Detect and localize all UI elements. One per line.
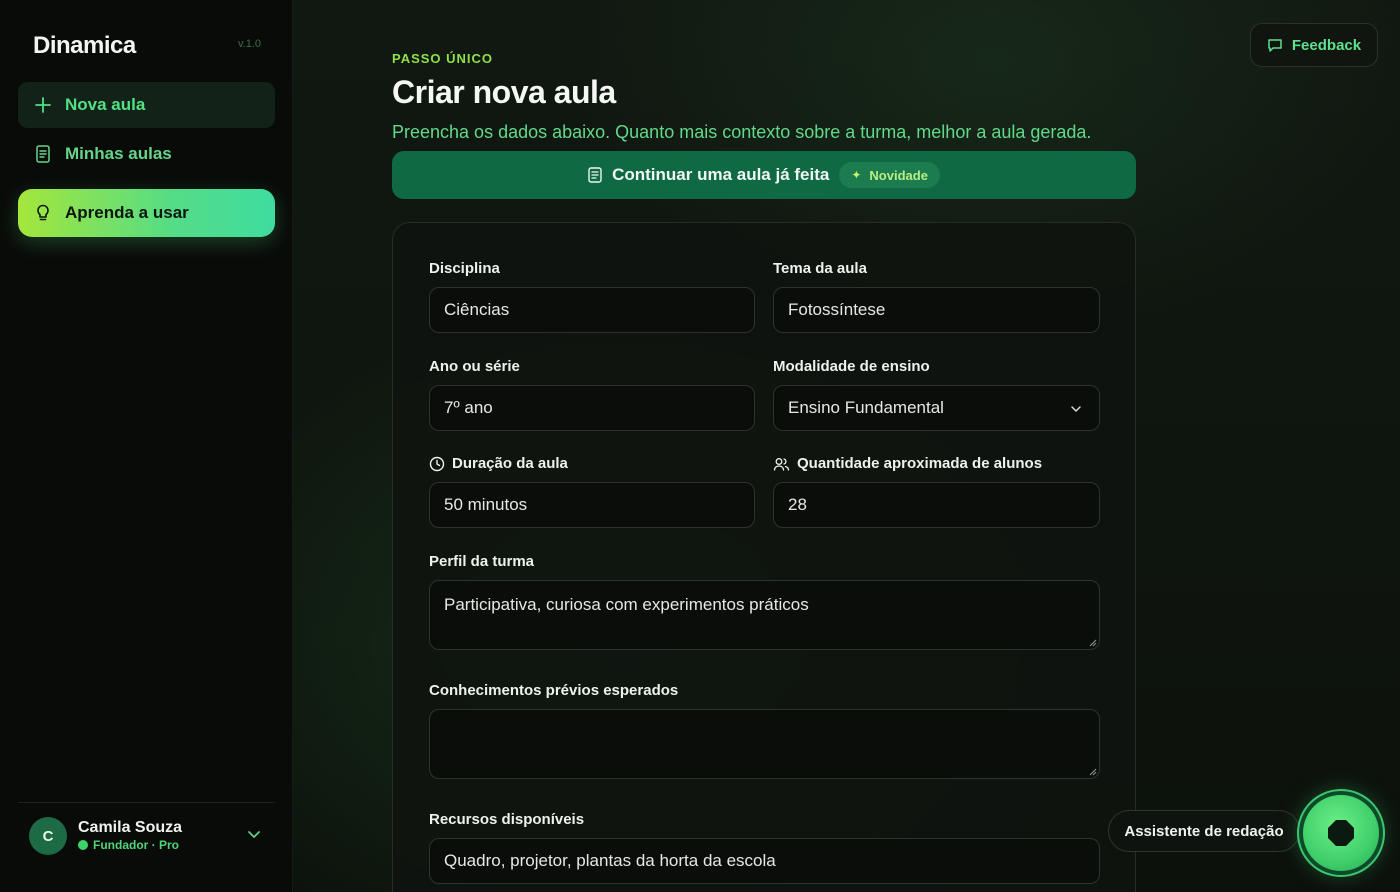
status-dot-icon <box>78 840 88 850</box>
recursos-label: Recursos disponíveis <box>429 811 585 828</box>
feedback-button[interactable]: Feedback <box>1250 23 1378 67</box>
plus-icon <box>34 96 52 114</box>
clock-icon <box>429 456 445 471</box>
sidebar-item-aprenda-a-usar[interactable]: Aprenda a usar <box>18 189 275 237</box>
lightbulb-icon <box>34 204 52 222</box>
resize-handle-icon <box>1089 639 1097 647</box>
perfil-value: Participativa, curiosa com experimentos … <box>444 595 809 614</box>
perfil-textarea[interactable]: Participativa, curiosa com experimentos … <box>429 580 1100 650</box>
octagon-icon <box>1328 820 1354 846</box>
duracao-label: Duração da aula <box>429 455 568 472</box>
sidebar-item-label: Minhas aulas <box>65 144 172 163</box>
alunos-label-text: Quantidade aproximada de alunos <box>797 455 1043 472</box>
new-badge-label: Novidade <box>869 167 928 183</box>
sidebar-item-label: Aprenda a usar <box>65 203 189 222</box>
divider <box>18 802 275 803</box>
page-title: Criar nova aula <box>392 74 616 110</box>
sidebar: Dinamica v.1.0 Nova aula Minhas aulas Ap… <box>0 0 293 892</box>
tema-label: Tema da aula <box>773 260 867 277</box>
feedback-label: Feedback <box>1291 36 1362 54</box>
conhecimentos-label: Conhecimentos prévios esperados <box>429 682 679 699</box>
perfil-label: Perfil da turma <box>429 553 535 570</box>
duracao-input[interactable]: 50 minutos <box>429 482 755 528</box>
continue-lesson-button[interactable]: Continuar uma aula já feita ✦ Novidade <box>392 151 1136 199</box>
tema-input[interactable]: Fotossíntese <box>773 287 1100 333</box>
new-badge: ✦ Novidade <box>839 162 940 188</box>
alunos-label: Quantidade aproximada de alunos <box>773 455 1042 472</box>
user-role: Fundador · Pro <box>78 838 179 852</box>
continue-lesson-label: Continuar uma aula já feita <box>612 165 830 184</box>
duracao-label-text: Duração da aula <box>452 455 568 472</box>
chat-icon <box>1268 39 1282 52</box>
version-label: v.1.0 <box>238 38 262 50</box>
document-icon <box>34 145 52 163</box>
resize-handle-icon <box>1089 768 1097 776</box>
avatar[interactable]: C <box>29 817 67 855</box>
modalidade-select[interactable]: Ensino Fundamental <box>773 385 1100 431</box>
chevron-down-icon <box>1069 401 1083 421</box>
user-name: Camila Souza <box>78 819 183 836</box>
disciplina-input[interactable]: Ciências <box>429 287 755 333</box>
alunos-input[interactable]: 28 <box>773 482 1100 528</box>
brand-logo[interactable]: Dinamica <box>33 32 136 60</box>
modalidade-value: Ensino Fundamental <box>788 398 944 417</box>
assistant-label[interactable]: Assistente de redação <box>1108 810 1300 852</box>
step-eyebrow: PASSO ÚNICO <box>392 51 494 66</box>
modalidade-label: Modalidade de ensino <box>773 358 930 375</box>
users-icon <box>773 457 790 471</box>
sidebar-item-nova-aula[interactable]: Nova aula <box>18 82 275 128</box>
assistant-button[interactable] <box>1303 795 1379 871</box>
sparkle-icon: ✦ <box>851 168 862 182</box>
sidebar-item-label: Nova aula <box>65 95 146 114</box>
ano-input[interactable]: 7º ano <box>429 385 755 431</box>
conhecimentos-textarea[interactable] <box>429 709 1100 779</box>
recursos-input[interactable]: Quadro, projetor, plantas da horta da es… <box>429 838 1100 884</box>
sidebar-item-minhas-aulas[interactable]: Minhas aulas <box>18 131 275 177</box>
ano-label: Ano ou série <box>429 358 520 375</box>
page-subtitle: Preencha os dados abaixo. Quanto mais co… <box>392 122 1092 142</box>
user-role-label: Fundador · Pro <box>93 838 179 852</box>
document-icon <box>588 167 602 183</box>
chevron-down-icon[interactable] <box>246 826 262 847</box>
disciplina-label: Disciplina <box>429 260 500 277</box>
